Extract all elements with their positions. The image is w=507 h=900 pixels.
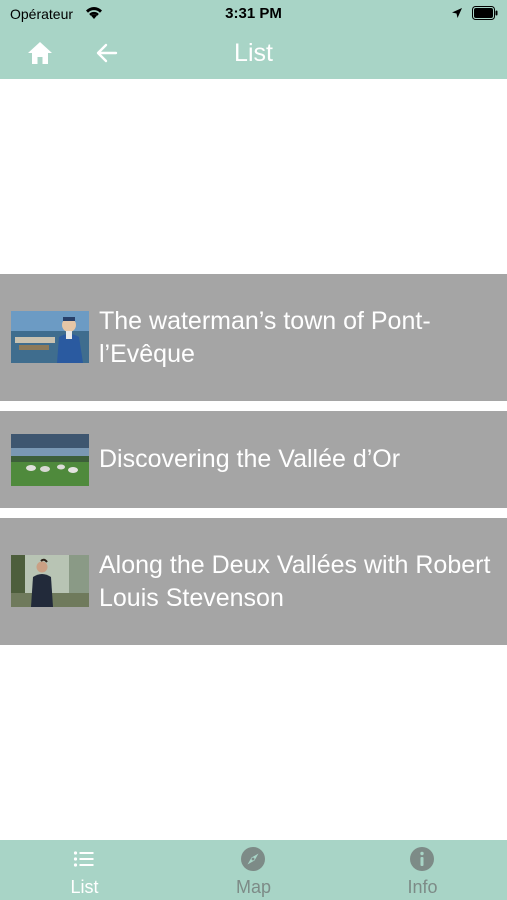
tab-bar: List Map Info <box>0 840 507 900</box>
tab-label: Info <box>407 877 438 897</box>
list-item[interactable]: Discovering the Vallée d’Or <box>0 411 507 508</box>
location-arrow-icon <box>452 8 462 18</box>
battery-icon <box>472 6 498 20</box>
list-item[interactable]: Along the Deux Vallées with Robert Louis… <box>0 518 507 645</box>
clock: 3:31 PM <box>225 5 282 22</box>
tour-title: Discovering the Vallée d’Or <box>99 445 401 473</box>
navigation-bar: List <box>0 28 507 79</box>
tab-label: List <box>70 877 99 897</box>
compass-icon <box>241 847 265 871</box>
info-icon <box>410 847 434 871</box>
list-item[interactable]: The waterman’s town of Pont-l’Evêque <box>0 274 507 401</box>
tour-thumbnail <box>11 311 89 363</box>
tour-title: The waterman’s town of Pont-l’Evêque <box>99 307 431 368</box>
status-bar: Opérateur 3:31 PM <box>0 0 507 28</box>
page-title: List <box>234 39 273 67</box>
tab-label: Map <box>235 877 271 897</box>
tab-map[interactable]: Map <box>169 840 338 900</box>
tour-thumbnail <box>11 555 89 607</box>
header: Opérateur 3:31 PM List <box>0 0 507 79</box>
list-icon <box>73 851 94 867</box>
tab-list[interactable]: List <box>0 840 169 900</box>
tab-info[interactable]: Info <box>338 840 507 900</box>
tour-thumbnail <box>11 434 89 486</box>
tour-title: Along the Deux Vallées with Robert Louis… <box>99 551 491 612</box>
